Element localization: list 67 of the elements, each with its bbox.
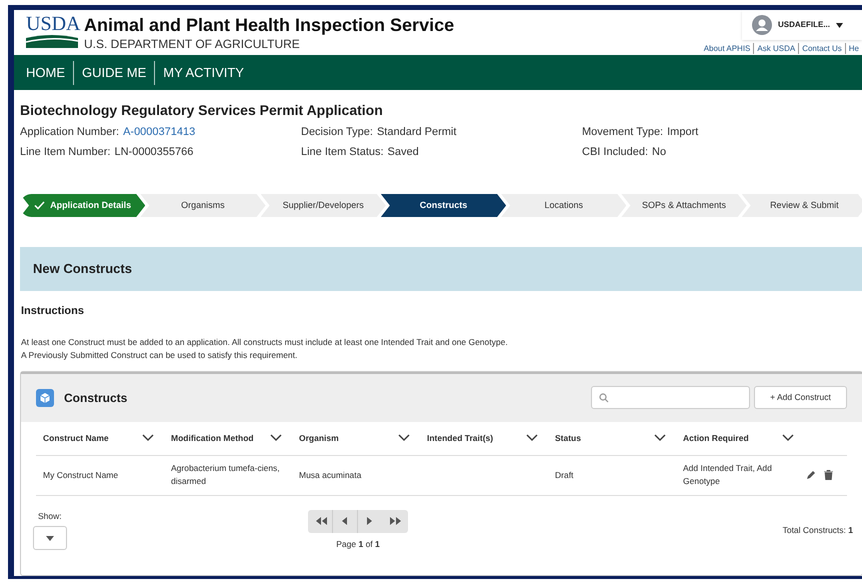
instructions-text: At least one Construct must be added to an application. All constructs must include at least one Intended Trait and one Genotype. — [21, 336, 509, 348]
progress-step[interactable]: Constructs — [380, 194, 506, 217]
page-indicator: Page 1 of 1 — [336, 538, 380, 550]
field-value: Import — [667, 125, 698, 140]
caret-down-icon — [836, 22, 844, 28]
application-title: Biotechnology Regulatory Services Permit Application — [20, 101, 384, 120]
nav-link[interactable]: GUIDE ME — [73, 60, 154, 84]
table-cell-text: Draft — [555, 468, 574, 482]
field-value: No — [652, 144, 666, 160]
chevron-down-icon — [782, 434, 794, 442]
header-link[interactable]: He — [844, 43, 862, 54]
show-label: Show: — [38, 510, 62, 522]
field-link[interactable]: A-0000371413 — [123, 124, 196, 140]
column-header[interactable]: Status — [555, 432, 581, 444]
department-name: U.S. DEPARTMENT OF AGRICULTURE — [84, 36, 301, 52]
search-field[interactable] — [591, 386, 750, 409]
column-header[interactable]: Intended Trait(s) — [427, 432, 494, 444]
header-link[interactable]: About APHIS — [700, 43, 754, 54]
table-cell-text: Agrobacterium tumefa-ciens, disarmed — [171, 462, 281, 488]
header-link[interactable]: Ask USDA — [753, 43, 798, 54]
field-value: LN-0000355766 — [114, 144, 194, 160]
progress-step[interactable]: Review & Submit — [742, 194, 862, 217]
field-label: Decision Type: — [301, 125, 373, 140]
fields-logo-icon — [26, 34, 78, 48]
trash-icon[interactable] — [824, 470, 833, 480]
chevron-down-icon — [270, 434, 282, 442]
progress-step[interactable]: Supplier/Developers — [260, 194, 386, 217]
chevron-down-icon — [398, 434, 410, 442]
section-banner: New Constructs — [20, 247, 862, 291]
search-icon — [599, 392, 609, 402]
progress-step[interactable]: SOPs & Attachments — [621, 194, 747, 217]
check-icon — [34, 201, 46, 210]
total-count: Total Constructs: 1 — [782, 524, 853, 536]
page-size-dropdown[interactable] — [33, 526, 67, 550]
column-header[interactable]: Modification Method — [171, 432, 254, 444]
usda-logo: USDA — [26, 14, 80, 34]
add-construct-button[interactable]: + Add Construct — [754, 386, 847, 409]
field-value: Standard Permit — [376, 125, 456, 140]
field-label: Line Item Number: — [20, 144, 110, 160]
chevron-down-icon — [654, 434, 666, 442]
user-avatar-icon — [752, 15, 772, 35]
instructions-text: A Previously Submitted Construct can be used to satisfy this requirement. — [21, 348, 298, 362]
chevron-down-icon — [142, 434, 154, 442]
field-label: Movement Type: — [582, 125, 664, 140]
column-header[interactable]: Organism — [299, 432, 339, 444]
field-value: Saved — [388, 144, 419, 160]
table-cell-text: Add Intended Trait, Add Genotype — [683, 462, 773, 488]
user-menu[interactable]: USDAEFILE... — [742, 10, 862, 40]
instructions-heading: Instructions — [21, 304, 85, 319]
cube-icon — [36, 388, 54, 406]
field-label: CBI Included: — [582, 144, 648, 160]
caret-down-icon — [46, 536, 54, 541]
progress-step[interactable]: Locations — [501, 194, 626, 217]
field-label: Line Item Status: — [301, 144, 384, 160]
pencil-icon[interactable] — [806, 470, 816, 480]
column-header[interactable]: Construct Name — [43, 432, 109, 444]
nav-link[interactable]: MY ACTIVITY — [154, 60, 252, 84]
table-cell-text: My Construct Name — [43, 468, 120, 482]
card-title: Constructs — [64, 390, 128, 406]
table-cell-text: Musa acuminata — [299, 468, 362, 482]
agency-title: Animal and Plant Health Inspection Service — [84, 14, 454, 36]
progress-step[interactable]: Organisms — [140, 194, 266, 217]
header-link[interactable]: Contact Us — [798, 43, 845, 54]
chevron-down-icon — [526, 434, 538, 442]
nav-link[interactable]: HOME — [14, 60, 73, 84]
field-label: Application Number: — [20, 125, 120, 140]
column-header[interactable]: Action Required — [683, 432, 749, 444]
